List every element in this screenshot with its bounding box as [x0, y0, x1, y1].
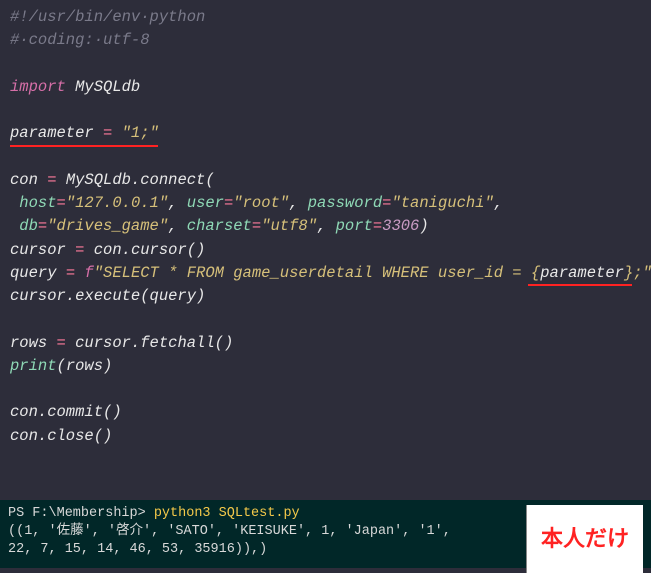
variable: con — [10, 171, 47, 189]
equals-operator: = — [252, 217, 261, 235]
fstring-literal: "SELECT * FROM game_userdetail WHERE use… — [94, 264, 531, 282]
comma: , — [494, 194, 503, 212]
terminal-panel[interactable]: PS F:\Membership> python3 SQLtest.py ((1… — [0, 500, 651, 568]
method-call: con.cursor() — [84, 241, 205, 259]
equals-operator: = — [57, 334, 66, 352]
terminal-output: PS F:\Membership> python3 SQLtest.py ((1… — [8, 505, 526, 563]
string-literal: "root" — [233, 194, 289, 212]
variable: parameter — [10, 124, 94, 142]
code-editor[interactable]: #!/usr/bin/env·python #·coding:·utf-8 im… — [0, 0, 651, 500]
equals-operator: = — [66, 264, 75, 282]
method-call: cursor.fetchall() — [66, 334, 233, 352]
equals-operator: = — [224, 194, 233, 212]
fstring-literal: ;" — [633, 264, 651, 282]
method-call: cursor.execute(query) — [10, 287, 205, 305]
fstring-variable: parameter — [540, 264, 624, 282]
variable: query — [10, 264, 66, 282]
module-name: MySQLdb — [66, 78, 140, 96]
comma: , — [168, 194, 187, 212]
import-keyword: import — [10, 78, 66, 96]
code-line: db="drives_game", charset="utf8", port=3… — [10, 215, 641, 238]
string-literal: "drives_game" — [47, 217, 168, 235]
variable: cursor — [10, 241, 75, 259]
comma: , — [289, 194, 308, 212]
code-line: con.close() — [10, 425, 641, 448]
string-literal: "1;" — [122, 124, 159, 142]
code-line: #!/usr/bin/env·python — [10, 6, 641, 29]
param-name: password — [308, 194, 382, 212]
code-line: #·coding:·utf-8 — [10, 29, 641, 52]
terminal-output-line: ((1, '佐藤', '啓介', 'SATO', 'KEISUKE', 1, '… — [8, 523, 526, 541]
code-line: import MySQLdb — [10, 76, 641, 99]
method-call: con.close() — [10, 427, 112, 445]
code-line: con = MySQLdb.connect( — [10, 169, 641, 192]
string-literal: "utf8" — [261, 217, 317, 235]
code-line: con.commit() — [10, 401, 641, 424]
blank-line — [10, 308, 641, 331]
comma: , — [317, 217, 336, 235]
terminal-output-line: 22, 7, 15, 14, 46, 53, 35916)),) — [8, 541, 526, 559]
code-line: query = f"SELECT * FROM game_userdetail … — [10, 262, 641, 285]
blank-line — [10, 378, 641, 401]
annotation-text: 本人だけ — [541, 524, 629, 554]
number-literal: 3306 — [382, 217, 419, 235]
code-line: print(rows) — [10, 355, 641, 378]
param-name: host — [10, 194, 57, 212]
comma: , — [168, 217, 187, 235]
code-line: parameter = "1;" — [10, 122, 641, 145]
coding-comment: #·coding:·utf-8 — [10, 31, 150, 49]
param-name: port — [336, 217, 373, 235]
fstring-brace: { — [531, 264, 540, 282]
builtin-function: print — [10, 357, 57, 375]
code-line: host="127.0.0.1", user="root", password=… — [10, 192, 641, 215]
fstring-brace: } — [624, 264, 633, 282]
equals-operator: = — [38, 217, 47, 235]
terminal-command: python3 SQLtest.py — [154, 506, 300, 521]
method-call: MySQLdb.connect( — [57, 171, 215, 189]
param-name: charset — [187, 217, 252, 235]
method-call: con.commit() — [10, 403, 122, 421]
equals-operator: = — [94, 124, 122, 142]
terminal-prompt: PS F:\Membership> — [8, 506, 154, 521]
code-line: rows = cursor.fetchall() — [10, 332, 641, 355]
annotation-box: 本人だけ — [526, 505, 643, 573]
equals-operator: = — [47, 171, 56, 189]
paren: ) — [419, 217, 428, 235]
code-line: cursor = con.cursor() — [10, 239, 641, 262]
equals-operator: = — [373, 217, 382, 235]
param-name: user — [187, 194, 224, 212]
code-line: cursor.execute(query) — [10, 285, 641, 308]
string-literal: "taniguchi" — [391, 194, 493, 212]
shebang-comment: #!/usr/bin/env·python — [10, 8, 205, 26]
param-name: db — [10, 217, 38, 235]
blank-line — [10, 99, 641, 122]
blank-line — [10, 146, 641, 169]
variable: rows — [10, 334, 57, 352]
f-prefix: f — [75, 264, 94, 282]
blank-line — [10, 53, 641, 76]
string-literal: "127.0.0.1" — [66, 194, 168, 212]
equals-operator: = — [57, 194, 66, 212]
call-args: (rows) — [57, 357, 113, 375]
